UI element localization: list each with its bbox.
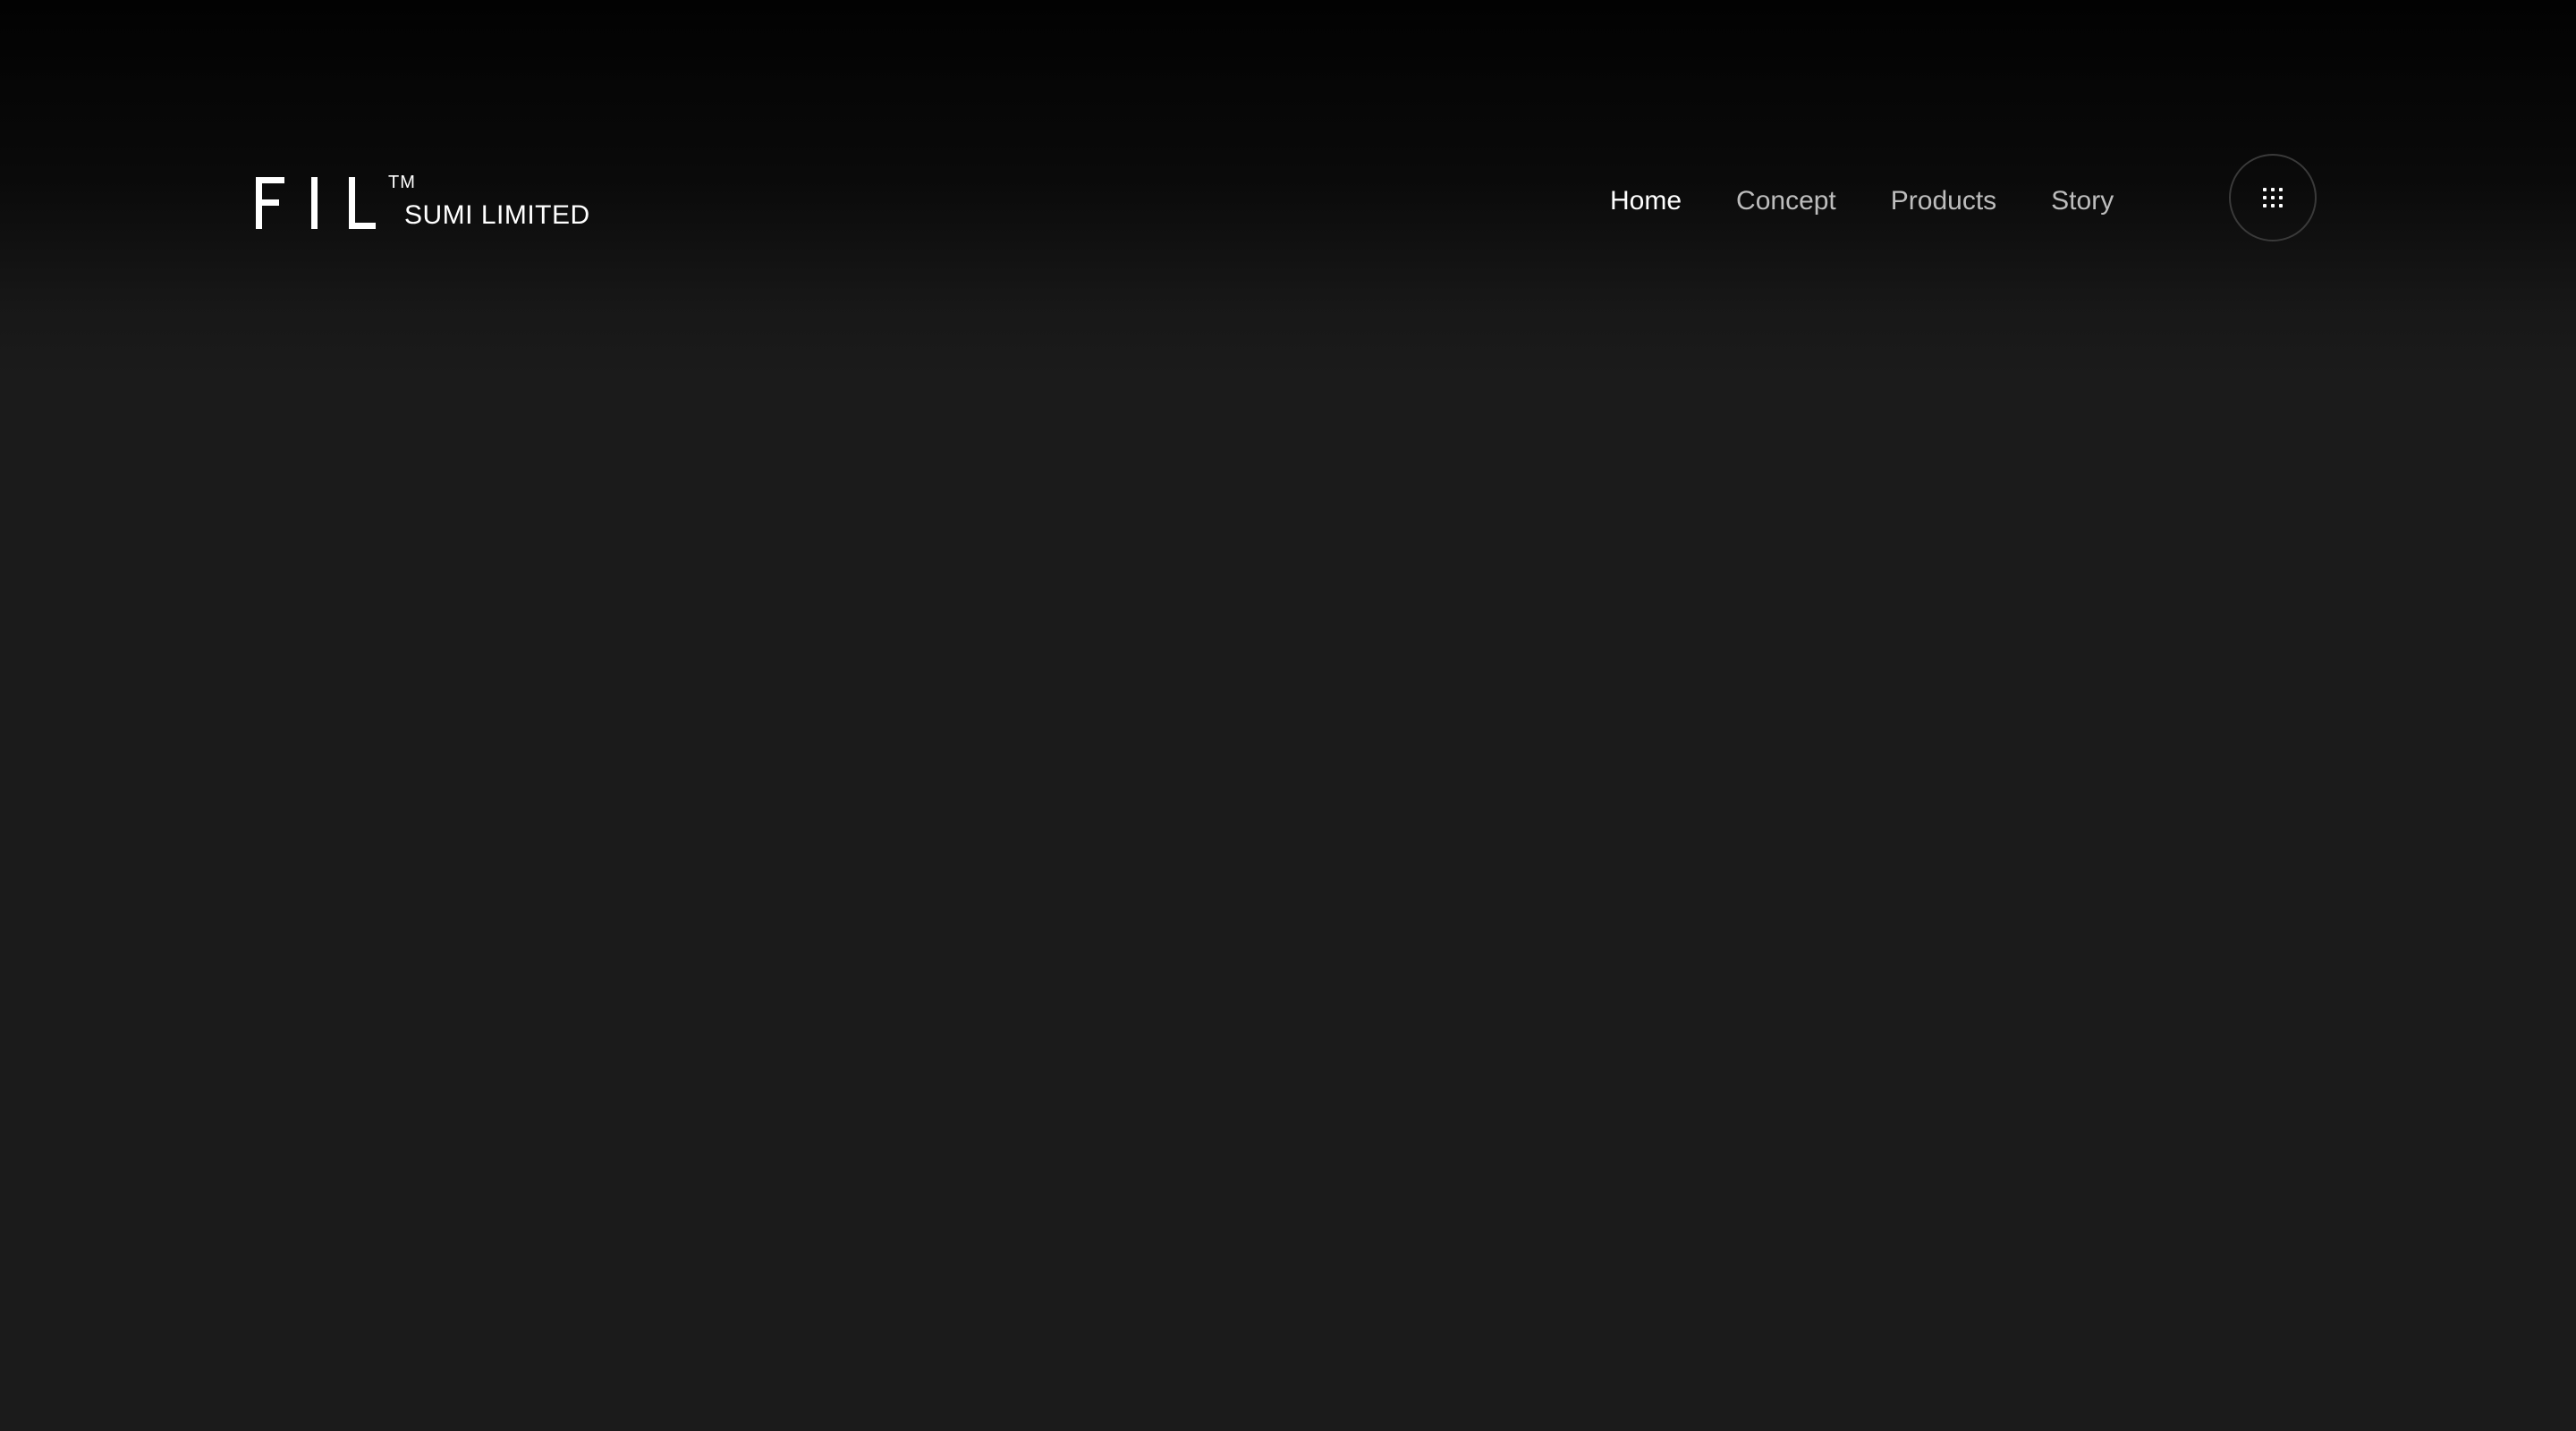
main-nav: Home Concept Products Story bbox=[1610, 185, 2114, 217]
nav-item-concept[interactable]: Concept bbox=[1736, 185, 1836, 217]
trademark-label: TM bbox=[388, 173, 416, 192]
logo-link[interactable]: TM SUMI LIMITED bbox=[256, 174, 590, 231]
fil-logo-mark bbox=[256, 177, 376, 229]
site-header: TM SUMI LIMITED Home Concept Products St… bbox=[0, 0, 2576, 295]
logo-subtitle: SUMI LIMITED bbox=[404, 200, 590, 230]
nav-item-home[interactable]: Home bbox=[1610, 185, 1682, 217]
page: TM SUMI LIMITED Home Concept Products St… bbox=[0, 0, 2576, 1431]
menu-button[interactable] bbox=[2229, 154, 2317, 241]
grid-dots-icon bbox=[2263, 188, 2283, 207]
fil-logo: TM bbox=[256, 174, 415, 231]
nav-item-story[interactable]: Story bbox=[2051, 185, 2114, 217]
nav-item-products[interactable]: Products bbox=[1891, 185, 1996, 217]
